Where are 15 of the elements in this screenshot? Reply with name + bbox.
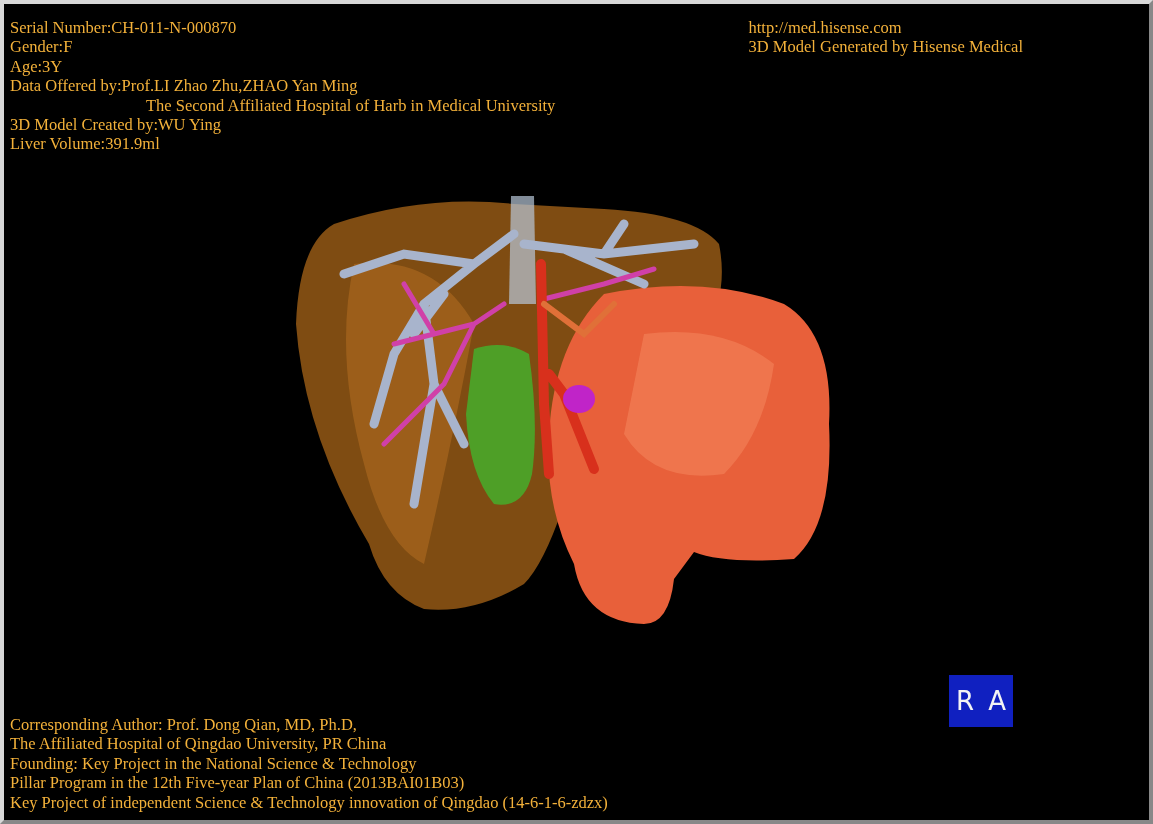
info-text: Serial Number:CH-011-N-000870	[10, 18, 237, 38]
orientation-cube[interactable]: R A	[949, 674, 1013, 727]
info-text: Age:3Y	[10, 56, 63, 77]
credit-text: Key Project of independent Science & Technology innovation of Qingdao (14-6-1-6-zdzx)	[10, 792, 608, 812]
info-text: The Second Affiliated Hospital of Harb in Medical University	[146, 95, 556, 116]
vendor-text: http://med.hisense.com	[748, 18, 902, 38]
info-text: 3D Model Created by:WU Ying	[10, 115, 222, 135]
credit-text: Corresponding Author: Prof. Dong Qian, MD, Ph.D,	[10, 714, 357, 735]
credit-text: The Affiliated Hospital of Qingdao University, PR China	[10, 734, 387, 754]
credit-text: Founding: Key Project in the National Science & Technology	[10, 753, 417, 774]
info-text: Liver Volume:391.9ml	[10, 134, 160, 154]
info-text: Gender:F	[10, 37, 73, 57]
credit-text: Pillar Program in the 12th Five-year Plan of China (2013BAI01B03)	[10, 773, 465, 793]
info-text: Data Offered by:Prof.LI Zhao Zhu,ZHAO Yan Ming	[10, 76, 358, 96]
vendor-text: 3D Model Generated by Hisense Medical	[748, 37, 1023, 57]
